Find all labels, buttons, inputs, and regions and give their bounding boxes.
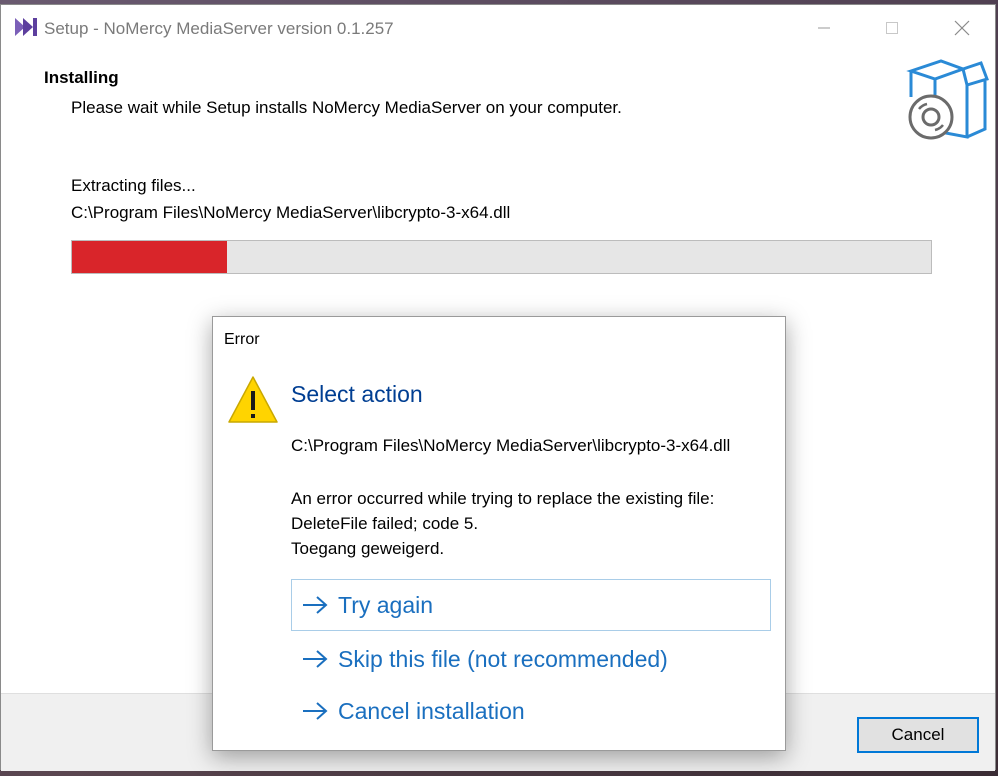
try-again-button[interactable]: Try again <box>291 579 771 631</box>
close-icon <box>954 20 970 36</box>
progress-bar <box>71 240 932 274</box>
message-line: An error occurred while trying to replac… <box>291 489 715 508</box>
install-box-disc-icon <box>906 59 989 140</box>
action-label: Try again <box>338 591 434 618</box>
page-title: Installing <box>44 68 119 87</box>
app-logo-icon <box>15 18 37 36</box>
dialog-file-path: C:\Program Files\NoMercy MediaServer\lib… <box>291 436 731 455</box>
arrow-right-icon <box>303 596 328 614</box>
error-dialog: Error Select action C:\Program Files\NoM… <box>212 316 786 751</box>
progress-fill <box>72 241 227 273</box>
dialog-heading: Select action <box>291 381 423 407</box>
maximize-button[interactable] <box>869 13 915 43</box>
dialog-title: Error <box>224 331 260 348</box>
minimize-icon <box>818 27 830 29</box>
action-label: Skip this file (not recommended) <box>338 645 668 672</box>
current-file-path: C:\Program Files\NoMercy MediaServer\lib… <box>71 203 511 222</box>
message-line: Toegang geweigerd. <box>291 539 445 558</box>
title-bar[interactable]: Setup - NoMercy MediaServer version 0.1.… <box>1 5 995 51</box>
action-label: Cancel installation <box>338 697 525 724</box>
maximize-icon <box>886 22 898 34</box>
close-button[interactable] <box>939 13 985 43</box>
skip-file-button[interactable]: Skip this file (not recommended) <box>291 633 771 685</box>
cancel-installation-button[interactable]: Cancel installation <box>291 685 771 737</box>
cancel-button[interactable]: Cancel <box>857 717 979 753</box>
page-subtitle: Please wait while Setup installs NoMercy… <box>71 98 622 117</box>
window-title: Setup - NoMercy MediaServer version 0.1.… <box>44 19 394 38</box>
progress-status: Extracting files... <box>71 176 196 195</box>
message-line: DeleteFile failed; code 5. <box>291 514 479 533</box>
arrow-right-icon <box>303 650 328 668</box>
warning-icon <box>228 376 278 423</box>
arrow-right-icon <box>303 702 328 720</box>
dialog-message: An error occurred while trying to replac… <box>291 486 714 561</box>
minimize-button[interactable] <box>801 13 847 43</box>
